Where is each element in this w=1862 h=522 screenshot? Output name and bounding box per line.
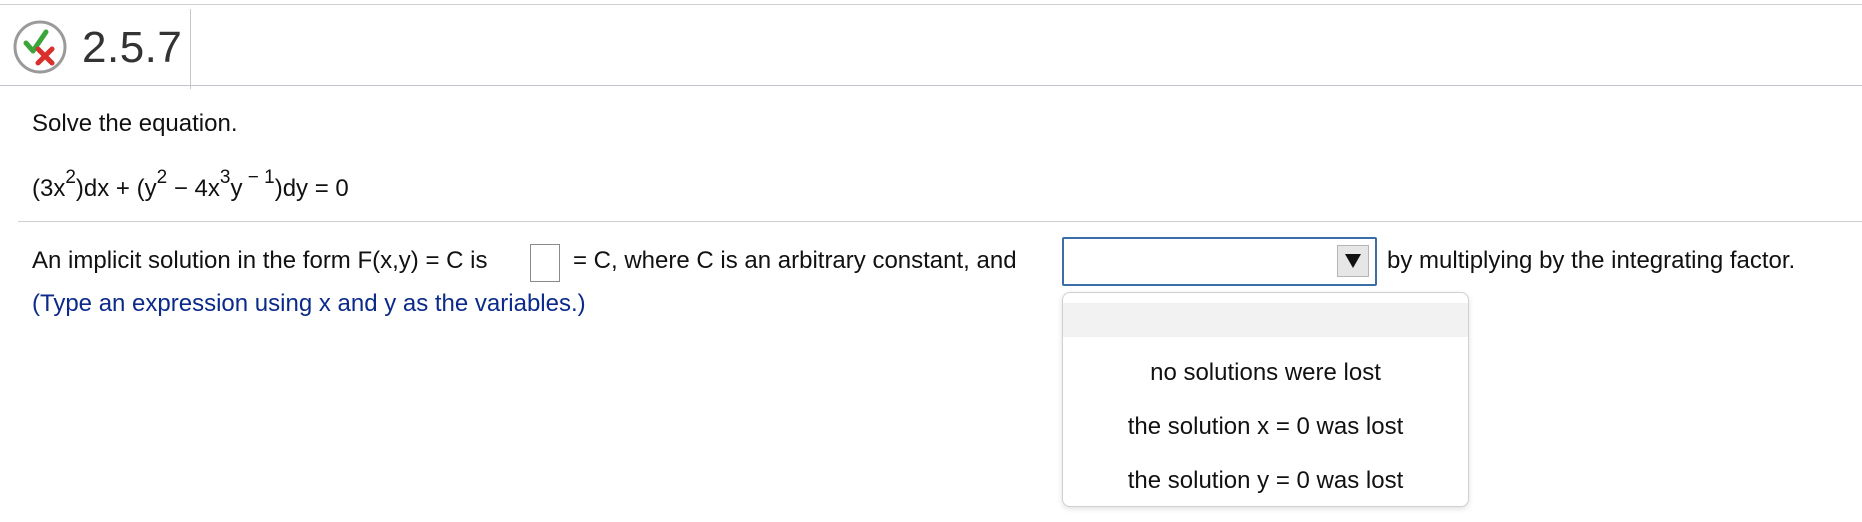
- dropdown-arrow-button[interactable]: [1337, 245, 1369, 277]
- partial-correct-icon: [13, 20, 67, 74]
- answer-prompt-end: by multiplying by the integrating factor…: [1387, 247, 1796, 274]
- dropdown-menu: no solutions were lost the solution x = …: [1062, 292, 1469, 507]
- instruction-text: Solve the equation.: [32, 110, 238, 137]
- equation-part: )dy = 0: [274, 175, 349, 202]
- answer-prompt-start: An implicit solution in the form F(x,y) …: [32, 247, 488, 274]
- equation-exponent: 2: [65, 167, 76, 188]
- equation-part: y: [230, 175, 243, 202]
- answer-prompt-middle: = C, where C is an arbitrary constant, a…: [573, 247, 1017, 274]
- input-hint: (Type an expression using x and y as the…: [32, 290, 586, 317]
- dropdown-option-x-zero-lost[interactable]: the solution x = 0 was lost: [1063, 400, 1468, 454]
- lost-solutions-dropdown[interactable]: [1062, 237, 1377, 286]
- section-divider: [18, 221, 1862, 222]
- equation-exponent: − 1: [242, 167, 275, 188]
- equation-exponent: 3: [219, 167, 231, 188]
- equation: (3x2)dx + (y2 − 4x3y − 1)dy = 0: [32, 168, 349, 206]
- dropdown-option-blank[interactable]: [1063, 303, 1468, 337]
- equation-exponent: 2: [156, 167, 168, 188]
- problem-header: 2.5.7: [0, 5, 1862, 89]
- implicit-solution-input[interactable]: [530, 244, 560, 282]
- triangle-down-icon: [1345, 254, 1361, 268]
- equation-part: (3x: [32, 175, 66, 202]
- equation-part: − 4x: [167, 175, 220, 202]
- dropdown-option-y-zero-lost[interactable]: the solution y = 0 was lost: [1063, 454, 1468, 506]
- header-divider: [190, 9, 191, 89]
- problem-number: 2.5.7: [82, 23, 183, 72]
- equation-part: )dx + (y: [75, 175, 157, 202]
- header-rule: [0, 85, 1862, 86]
- dropdown-option-no-solutions-lost[interactable]: no solutions were lost: [1063, 346, 1468, 400]
